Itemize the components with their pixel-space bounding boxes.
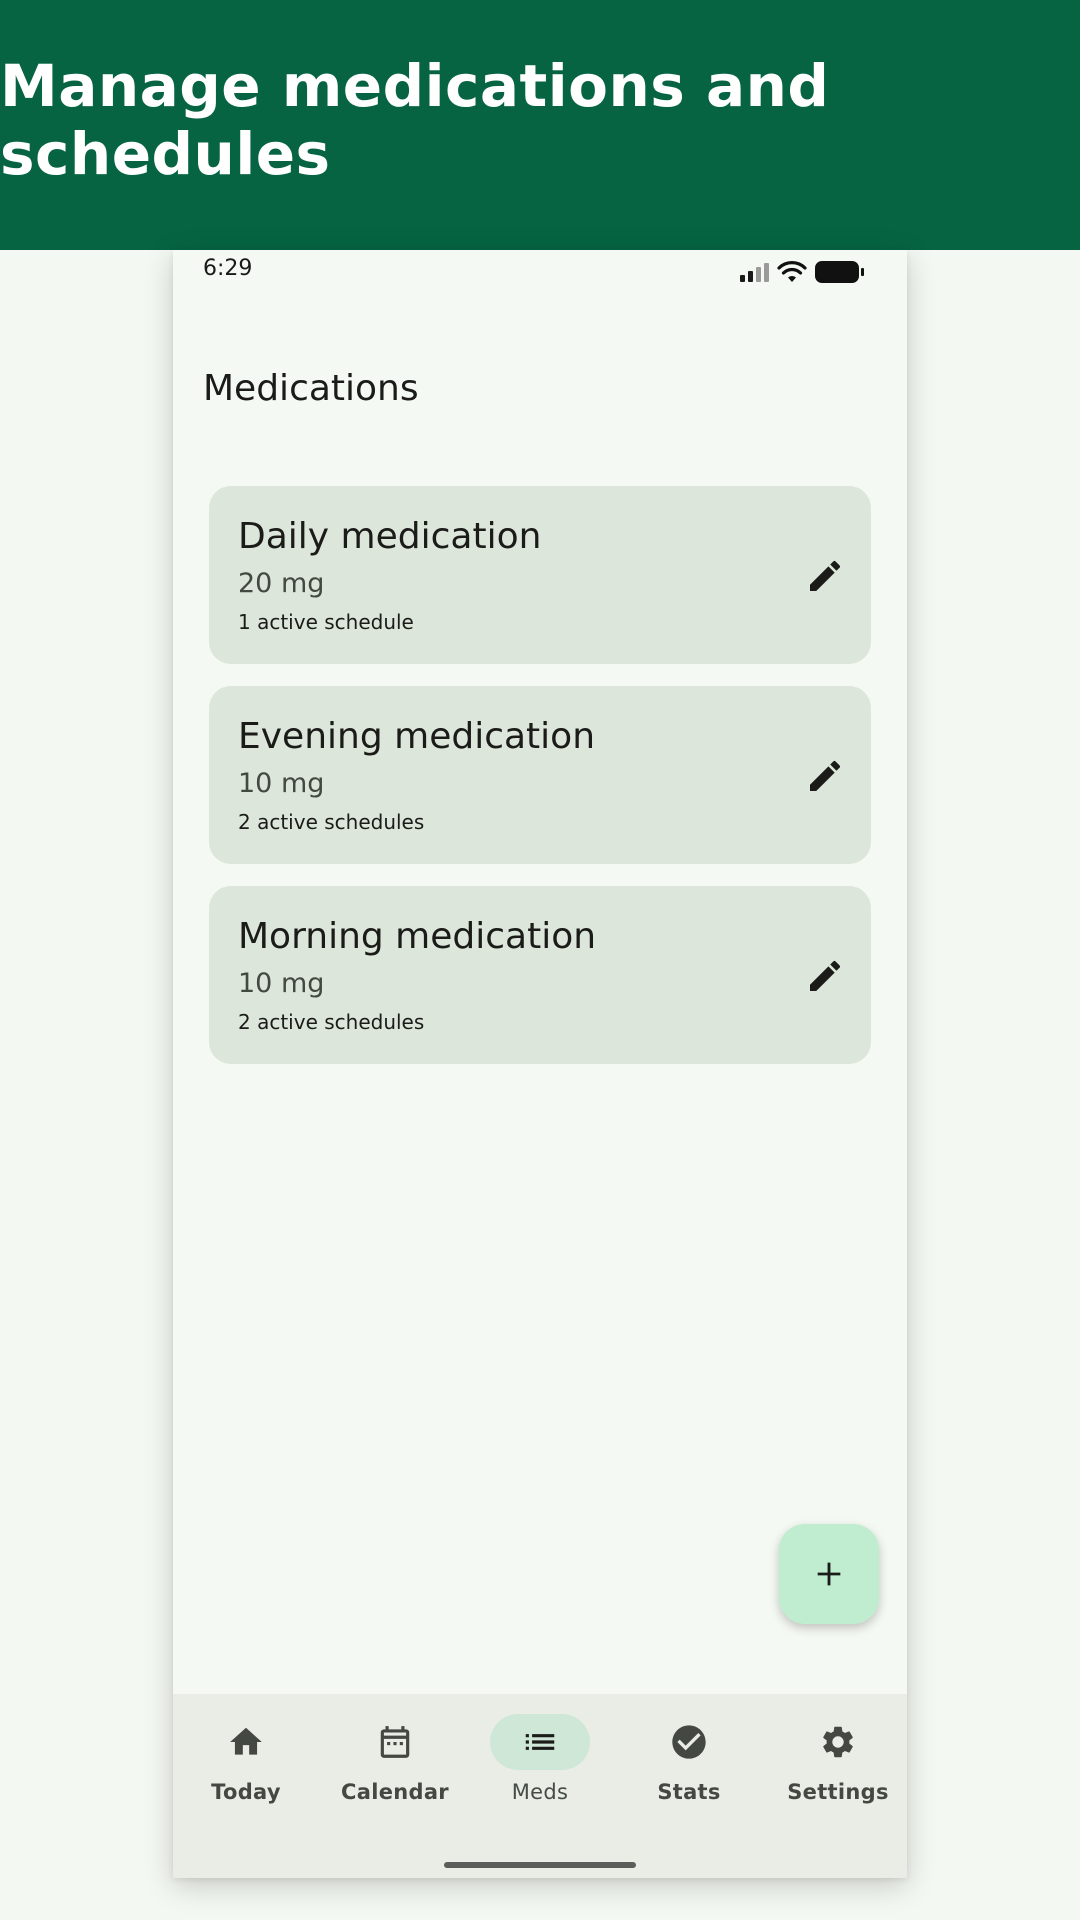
nav-pill: [639, 1714, 739, 1770]
pencil-icon: [810, 760, 841, 791]
home-icon: [230, 1727, 262, 1755]
nav-label: Calendar: [341, 1780, 449, 1804]
nav-item-meds[interactable]: Meds: [467, 1714, 613, 1824]
nav-item-settings[interactable]: Settings: [765, 1714, 907, 1824]
medication-name: Evening medication: [238, 716, 596, 757]
medication-dose: 10 mg: [238, 768, 325, 799]
medication-card[interactable]: Morning medication 10 mg 2 active schedu…: [209, 886, 871, 1064]
medication-schedules: 2 active schedules: [238, 1010, 425, 1034]
nav-item-stats[interactable]: Stats: [616, 1714, 762, 1824]
medication-schedules: 1 active schedule: [238, 610, 414, 634]
edit-button[interactable]: [801, 752, 849, 800]
wifi-icon: [777, 261, 807, 282]
gear-icon: [823, 1726, 853, 1758]
nav-pill-active: [490, 1714, 590, 1770]
medication-card[interactable]: Evening medication 10 mg 2 active schedu…: [209, 686, 871, 864]
add-medication-button[interactable]: [779, 1524, 879, 1624]
battery-icon: [815, 261, 864, 283]
medication-schedules: 2 active schedules: [238, 810, 425, 834]
page-title: Medications: [203, 368, 419, 409]
medication-dose: 10 mg: [238, 968, 325, 999]
nav-item-calendar[interactable]: Calendar: [322, 1714, 468, 1824]
edit-button[interactable]: [801, 952, 849, 1000]
bottom-navigation: Today Calendar Meds Stats Settings: [173, 1694, 907, 1878]
nav-pill: [345, 1714, 445, 1770]
nav-label: Meds: [511, 1780, 569, 1804]
nav-label: Settings: [787, 1780, 889, 1804]
add-icon: [817, 1562, 841, 1586]
status-icons: [740, 258, 864, 286]
calendar-icon: [380, 1726, 410, 1758]
nav-pill: [196, 1714, 296, 1770]
promo-banner: Manage medications and schedules: [0, 0, 1080, 250]
nav-label: Today: [211, 1780, 281, 1804]
medication-dose: 20 mg: [238, 568, 325, 599]
status-bar: 6:29: [173, 250, 907, 292]
medication-name: Daily medication: [238, 516, 542, 557]
phone-screen: 6:29 Medications Daily medication 20 mg …: [173, 250, 907, 1878]
nav-label: Stats: [657, 1780, 721, 1804]
check-circle-icon: [672, 1725, 706, 1759]
status-time: 6:29: [203, 256, 253, 281]
banner-title: Manage medications and schedules: [0, 52, 830, 188]
medication-name: Morning medication: [238, 916, 597, 957]
signal-icon: [740, 262, 769, 282]
medication-card[interactable]: Daily medication 20 mg 1 active schedule: [209, 486, 871, 664]
home-indicator[interactable]: [444, 1862, 636, 1868]
nav-item-today[interactable]: Today: [173, 1714, 319, 1824]
edit-button[interactable]: [801, 552, 849, 600]
pencil-icon: [810, 960, 841, 991]
pencil-icon: [810, 560, 841, 591]
list-icon: [525, 1734, 555, 1750]
nav-pill: [788, 1714, 888, 1770]
